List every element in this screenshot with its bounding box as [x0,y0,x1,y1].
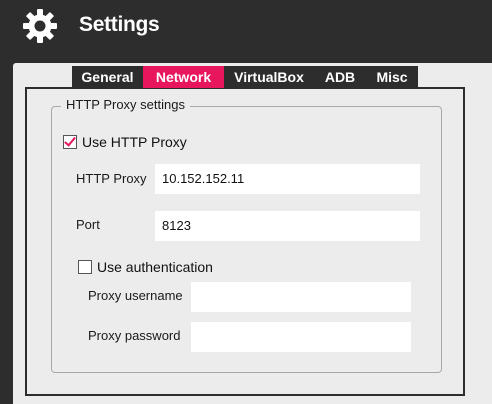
proxy-settings-legend: HTTP Proxy settings [61,96,190,114]
window-title: Settings [79,13,160,36]
http-proxy-label: HTTP Proxy [76,171,147,186]
use-http-proxy-label: Use HTTP Proxy [82,134,187,150]
title-bar: Settings [0,0,492,52]
gear-icon [23,9,57,43]
port-label: Port [76,217,100,232]
tab-network[interactable]: Network [143,66,224,88]
proxy-password-label: Proxy password [88,328,181,343]
tab-adb[interactable]: ADB [314,66,366,88]
tab-misc[interactable]: Misc [366,66,418,88]
use-http-proxy-checkbox-box[interactable] [63,135,77,149]
proxy-password-input[interactable] [191,322,411,352]
tab-bar: General Network VirtualBox ADB Misc [72,66,418,88]
use-authentication-checkbox-box[interactable] [78,260,92,274]
proxy-username-input[interactable] [191,282,411,312]
use-authentication-checkbox[interactable]: Use authentication [78,258,213,276]
proxy-username-label: Proxy username [88,288,183,303]
port-input[interactable] [155,211,420,241]
use-http-proxy-checkbox[interactable]: Use HTTP Proxy [63,133,187,151]
http-proxy-input[interactable] [155,164,420,194]
tab-general[interactable]: General [72,66,143,88]
tab-virtualbox[interactable]: VirtualBox [224,66,314,88]
use-authentication-label: Use authentication [97,259,213,275]
